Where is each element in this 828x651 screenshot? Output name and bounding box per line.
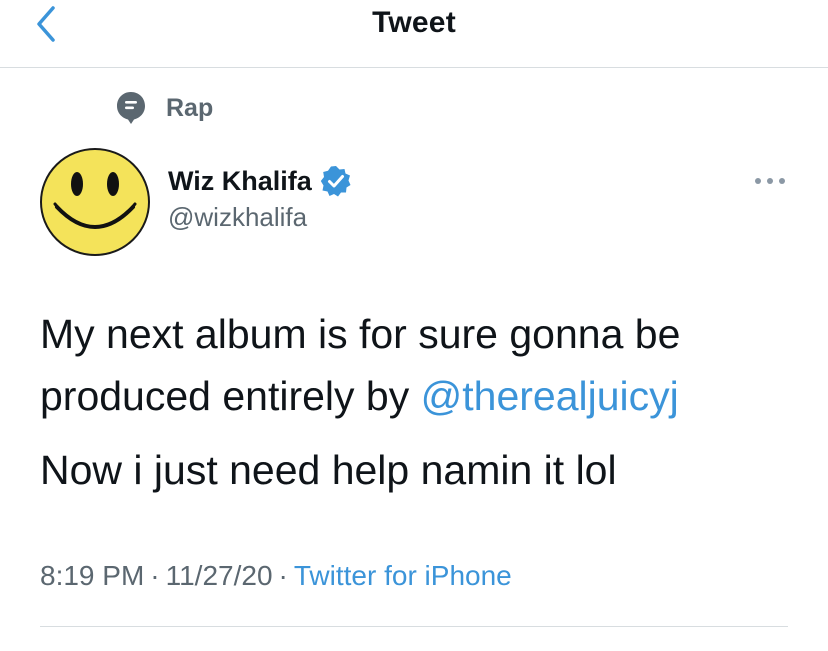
author-name-row[interactable]: Wiz Khalifa <box>168 162 352 200</box>
divider <box>40 626 788 627</box>
avatar[interactable] <box>39 147 151 257</box>
tweet-date: 11/27/20 <box>165 560 273 591</box>
verified-badge-icon <box>320 165 352 197</box>
more-dots-icon <box>755 178 785 184</box>
smiley-face-avatar <box>40 148 150 256</box>
tweet-text: My next album is for sure gonna be produ… <box>40 303 800 501</box>
meta-separator: · <box>278 560 288 591</box>
tweet-paragraph-2: Now i just need help namin it lol <box>40 447 617 493</box>
tweet-meta: 8:19 PM · 11/27/20 · Twitter for iPhone <box>40 560 512 592</box>
author-name[interactable]: Wiz Khalifa <box>168 166 312 197</box>
topic-row[interactable]: Rap <box>116 90 213 126</box>
topic-label: Rap <box>166 93 214 122</box>
meta-separator: · <box>150 560 160 591</box>
header-bar: Tweet <box>0 0 828 68</box>
author-handle[interactable]: @wizkhalifa <box>168 202 307 233</box>
mention-link[interactable]: @therealjuicyj <box>421 373 679 419</box>
topic-speech-bubble-icon <box>116 91 146 125</box>
more-options-button[interactable] <box>748 168 792 194</box>
page-title: Tweet <box>372 6 456 39</box>
tweet-time: 8:19 PM <box>40 560 145 591</box>
tweet-source-link[interactable]: Twitter for iPhone <box>294 560 512 591</box>
tweet-paragraph-1: My next album is for sure gonna be produ… <box>40 303 800 427</box>
tweet-detail-page: Tweet Rap Wiz Khalifa @wizkhalifa My nex… <box>0 0 828 651</box>
